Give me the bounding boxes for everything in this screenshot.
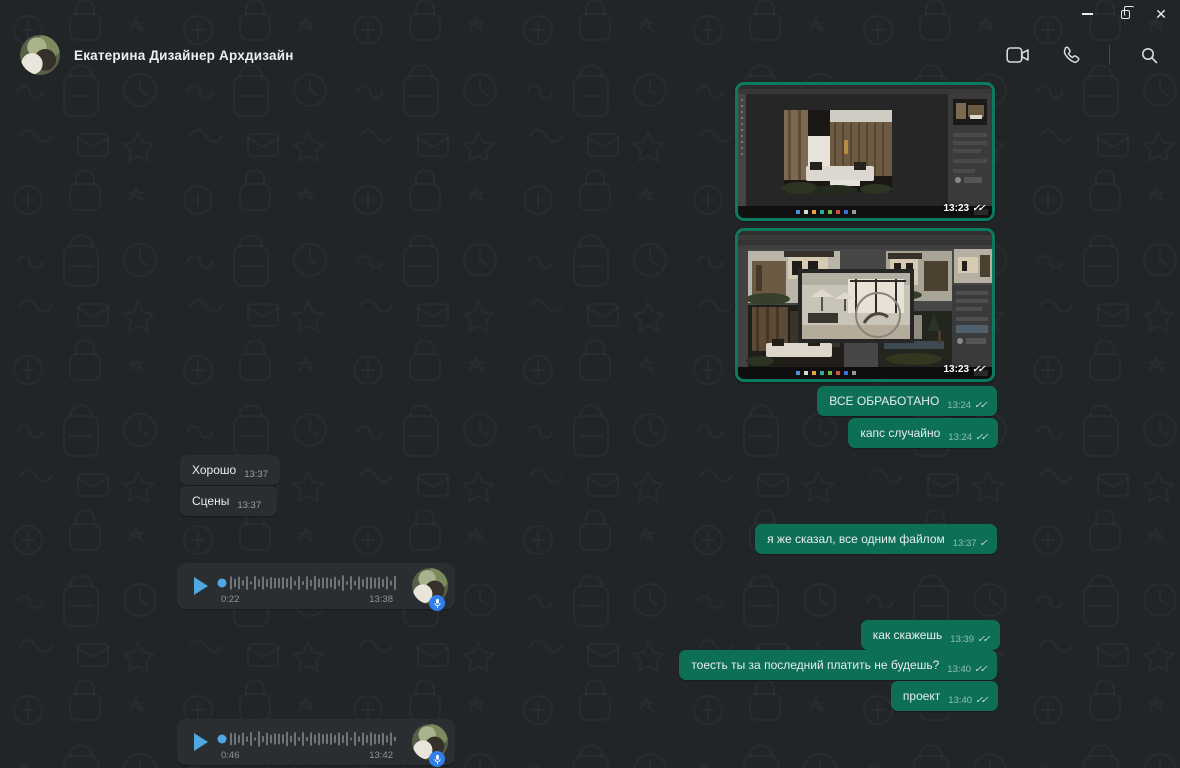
message-time: 13:37 xyxy=(237,500,262,512)
message-time: 13:23 xyxy=(943,364,970,375)
read-ticks-icon: ✓✓ xyxy=(975,695,988,707)
voice-duration: 0:46 xyxy=(221,750,240,761)
read-ticks-icon: ✓✓ xyxy=(974,400,987,412)
message-bubble[interactable]: капс случайно 13:24 ✓✓ xyxy=(848,418,998,448)
message-bubble[interactable]: тоесть ты за последний платить не будешь… xyxy=(679,650,997,680)
minimize-button[interactable] xyxy=(1070,0,1104,28)
whatsapp-window: ✕ Екатерина Дизайнер Архдизайн 13:23 ✓✓ … xyxy=(0,0,1180,768)
message-time: 13:24 xyxy=(947,400,972,412)
video-call-button[interactable] xyxy=(1005,42,1031,68)
message-text: ВСЕ ОБРАБОТАНО xyxy=(829,394,940,408)
read-ticks-icon: ✓✓ xyxy=(975,432,988,444)
minimize-icon xyxy=(1081,13,1093,15)
message-bubble[interactable]: Хорошо 13:37 xyxy=(180,455,280,485)
voice-duration: 0:22 xyxy=(221,594,240,605)
message-time: 13:40 xyxy=(947,664,972,676)
sender-avatar[interactable] xyxy=(412,724,448,767)
video-call-icon xyxy=(1006,47,1029,63)
message-text: тоесть ты за последний платить не будешь… xyxy=(691,658,940,672)
message-text: капс случайно xyxy=(860,426,941,440)
read-ticks-icon: ✓✓ xyxy=(974,664,987,676)
read-ticks-icon: ✓✓ xyxy=(972,364,985,375)
close-icon: ✕ xyxy=(1155,6,1167,22)
voice-call-button[interactable] xyxy=(1057,42,1083,68)
contact-avatar[interactable] xyxy=(20,35,60,75)
photoshop-screenshot-exterior-collage xyxy=(738,231,992,379)
message-bubble[interactable]: как скажешь 13:39 ✓✓ xyxy=(860,620,1000,650)
message-time: 13:37 xyxy=(952,538,977,550)
message-time: 13:37 xyxy=(244,469,268,481)
voice-message[interactable]: 0:46 13:42 xyxy=(177,719,455,767)
message-bubble[interactable]: ВСЕ ОБРАБОТАНО 13:24 ✓✓ xyxy=(817,386,997,416)
header-divider xyxy=(1109,45,1110,65)
message-text: Хорошо xyxy=(192,463,237,477)
contact-name[interactable]: Екатерина Дизайнер Архдизайн xyxy=(74,48,294,63)
photoshop-screenshot-interior xyxy=(738,85,992,218)
message-text: Сцены xyxy=(192,494,230,508)
mic-badge-icon xyxy=(429,751,445,767)
sender-avatar[interactable] xyxy=(412,568,448,611)
message-text: я же сказал, все одним файлом xyxy=(767,532,945,546)
image-message[interactable]: 13:23 ✓✓ xyxy=(735,228,995,382)
chat-header: Екатерина Дизайнер Архдизайн xyxy=(0,28,1180,82)
restore-icon xyxy=(1120,5,1134,19)
chat-wallpaper xyxy=(0,0,1180,768)
message-time: 13:42 xyxy=(369,750,393,761)
message-time: 13:24 xyxy=(948,432,973,444)
message-bubble[interactable]: я же сказал, все одним файлом 13:37 ✓ xyxy=(755,524,997,554)
sent-tick-icon: ✓ xyxy=(979,538,988,550)
message-bubble[interactable]: Сцены 13:37 xyxy=(180,486,277,516)
message-text: проект xyxy=(902,689,941,703)
search-icon xyxy=(1141,47,1157,63)
read-ticks-icon: ✓✓ xyxy=(977,634,990,646)
read-ticks-icon: ✓✓ xyxy=(972,203,985,214)
voice-call-icon xyxy=(1063,46,1079,63)
message-time: 13:40 xyxy=(948,695,973,707)
restore-button[interactable] xyxy=(1108,0,1142,28)
message-bubble[interactable]: проект 13:40 ✓✓ xyxy=(890,681,998,711)
message-time: 13:39 xyxy=(950,634,975,646)
search-button[interactable] xyxy=(1136,42,1162,68)
image-message[interactable]: 13:23 ✓✓ xyxy=(735,82,995,221)
message-text: как скажешь xyxy=(872,628,943,642)
mic-badge-icon xyxy=(429,595,445,611)
message-time: 13:38 xyxy=(369,594,393,605)
titlebar: ✕ xyxy=(0,0,1180,28)
message-time: 13:23 xyxy=(943,203,970,214)
close-button[interactable]: ✕ xyxy=(1144,0,1178,28)
voice-message[interactable]: 0:22 13:38 xyxy=(177,563,455,611)
